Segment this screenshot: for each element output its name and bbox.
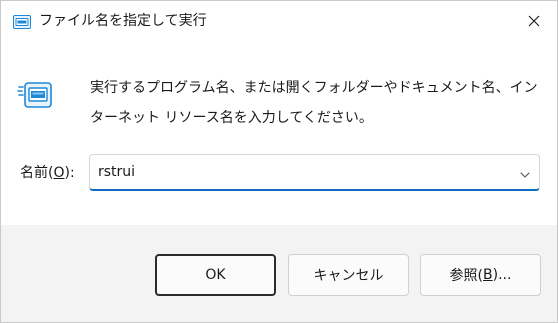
close-button[interactable] xyxy=(511,1,557,41)
cancel-button[interactable]: キャンセル xyxy=(288,254,409,296)
browse-button[interactable]: 参照(B)... xyxy=(420,254,541,296)
open-label-prefix: 名前( xyxy=(20,165,54,181)
run-dialog-icon xyxy=(13,14,31,29)
ok-button[interactable]: OK xyxy=(155,254,276,296)
window-title: ファイル名を指定して実行 xyxy=(39,13,207,29)
button-bar: OK キャンセル 参照(B)... xyxy=(1,225,557,322)
title-bar: ファイル名を指定して実行 xyxy=(1,1,557,41)
run-app-icon xyxy=(17,81,53,111)
open-input[interactable] xyxy=(98,155,498,189)
run-dialog: ファイル名を指定して実行 実行するプログラム名、または開くフォルダーやドキュメン… xyxy=(0,0,558,323)
open-label-suffix: ): xyxy=(64,165,75,181)
browse-label-accelerator: B xyxy=(483,267,493,283)
open-field-label: 名前(O): xyxy=(20,163,75,183)
browse-label-prefix: 参照( xyxy=(449,268,484,284)
open-label-accelerator: O xyxy=(53,165,65,181)
chevron-down-icon[interactable] xyxy=(519,166,531,178)
instruction-line-2: ターネット リソース名を入力してください。 xyxy=(90,110,373,126)
close-icon xyxy=(528,12,540,31)
instruction-line-1: 実行するプログラム名、または開くフォルダーやドキュメント名、イン xyxy=(90,80,538,96)
open-combobox[interactable] xyxy=(89,154,540,191)
browse-label-suffix: )... xyxy=(492,267,512,283)
instruction-text: 実行するプログラム名、または開くフォルダーやドキュメント名、イン ターネット リ… xyxy=(90,73,540,133)
